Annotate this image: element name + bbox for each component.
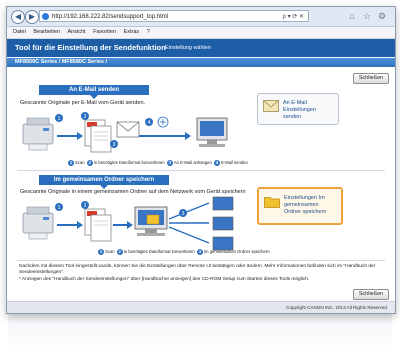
menu-favorites[interactable]: Favoriten bbox=[93, 29, 116, 35]
favorites-icon[interactable]: ☆ bbox=[362, 11, 372, 21]
envelope-icon bbox=[116, 121, 140, 138]
address-controls[interactable]: ρ ▾ ⟳ ✕ bbox=[283, 11, 304, 21]
menu-help[interactable]: ? bbox=[147, 29, 150, 35]
close-button-bottom[interactable]: Schließen bbox=[353, 289, 389, 300]
folder-icon bbox=[264, 197, 280, 208]
address-bar-row: ◀ ▶ http://192.168.222.82/sendsupport_to… bbox=[7, 7, 395, 27]
gear-icon[interactable]: ⚙ bbox=[377, 11, 387, 21]
forward-icon[interactable]: ▶ bbox=[25, 10, 39, 24]
legend-text: An E-Mail anhängen bbox=[173, 160, 212, 166]
folder-settings-label: Einstellungen Im gemeinsamen Ordner spei… bbox=[284, 195, 327, 215]
svg-text:3: 3 bbox=[113, 142, 116, 148]
svg-text:4: 4 bbox=[148, 120, 151, 126]
step-1-badge: 1 bbox=[68, 160, 74, 166]
svg-text:1: 1 bbox=[58, 205, 61, 211]
ie-page-icon bbox=[42, 13, 49, 20]
back-icon[interactable]: ◀ bbox=[11, 10, 25, 24]
folder-legend: 1 Scan 2 In benötigtes Dateiformat konvert… bbox=[97, 249, 270, 255]
series-bar: MF8500C Series / MF8580C Series / bbox=[7, 58, 395, 67]
menu-bar: Datei Bearbeiten Ansicht Favoriten Extra… bbox=[7, 27, 395, 39]
legend-text: Scan bbox=[75, 160, 85, 166]
legend-text: In benötigtes Dateiformat konvertieren bbox=[93, 160, 165, 166]
step-2-badge: 2 bbox=[86, 160, 93, 166]
menu-tools[interactable]: Extras bbox=[124, 29, 140, 35]
email-settings-label: An E-Mail Einstellungen senden bbox=[283, 100, 317, 120]
svg-text:1: 1 bbox=[58, 116, 61, 122]
section-divider bbox=[17, 260, 385, 261]
home-icon[interactable]: ⌂ bbox=[347, 11, 357, 21]
document-icon bbox=[84, 208, 112, 242]
computer-icon bbox=[212, 196, 234, 251]
window-reflection bbox=[8, 313, 392, 353]
page-title: Tool für die Einstellung der Sendefunkti… bbox=[15, 43, 166, 52]
folder-settings-button[interactable]: Einstellungen Im gemeinsamen Ordner spei… bbox=[257, 187, 343, 225]
folder-section-title: Im gemeinsamen Ordner speichern bbox=[39, 175, 169, 189]
email-settings-button[interactable]: An E-Mail Einstellungen senden bbox=[257, 93, 339, 125]
close-button-top[interactable]: Schließen bbox=[353, 73, 389, 84]
email-section-title: An E-Mail senden bbox=[39, 85, 149, 99]
legend-text: Scan bbox=[105, 249, 115, 255]
address-field[interactable]: http://192.168.222.82/sendsupport_top.ht… bbox=[39, 10, 309, 22]
copyright-text: Copyright CANON INC. 2013 All Rights Res… bbox=[286, 305, 387, 310]
legend-text: In benötigtes Dateiformat konvertieren bbox=[123, 249, 195, 255]
step-1-badge: 1 bbox=[98, 249, 104, 255]
menu-file[interactable]: Datei bbox=[13, 29, 26, 35]
step-2-badge: 2 bbox=[116, 249, 123, 255]
server-icon bbox=[134, 206, 168, 236]
printer-icon bbox=[22, 206, 54, 240]
url-text: http://192.168.222.82/sendsupport_top.ht… bbox=[52, 14, 169, 20]
section-divider bbox=[17, 170, 385, 171]
step-4-badge: 4 bbox=[214, 160, 221, 166]
page-footer: Copyright CANON INC. 2013 All Rights Res… bbox=[7, 301, 395, 313]
step-3-badge: 3 bbox=[166, 160, 173, 166]
email-legend: 1 Scan 2 In benötigtes Dateiformat konvert… bbox=[67, 160, 248, 166]
step-3-badge: 3 bbox=[196, 249, 203, 255]
svg-text:2: 2 bbox=[84, 203, 87, 209]
legend-text: Im gemeinsamen Ordner speichern bbox=[203, 249, 270, 255]
page-header: Tool für die Einstellung der Sendefunkti… bbox=[7, 39, 395, 57]
browser-window: ◀ ▶ http://192.168.222.82/sendsupport_to… bbox=[6, 6, 396, 314]
computer-icon bbox=[196, 117, 228, 147]
page-subtitle: Einstellung wählen bbox=[165, 45, 211, 51]
document-icon bbox=[84, 119, 112, 153]
printer-icon bbox=[22, 117, 54, 151]
svg-text:2: 2 bbox=[84, 114, 87, 120]
info-note: Nachdem mit diesem Tool eingestellt wurd… bbox=[19, 264, 376, 276]
menu-edit[interactable]: Bearbeiten bbox=[33, 29, 60, 35]
legend-text: E-Mail senden bbox=[221, 160, 248, 166]
envelope-icon bbox=[263, 100, 279, 112]
menu-view[interactable]: Ansicht bbox=[68, 29, 86, 35]
info-note-footnote: * Anzeigen des "Handbuch der Sendeeinste… bbox=[19, 277, 310, 282]
svg-text:3: 3 bbox=[182, 211, 185, 217]
